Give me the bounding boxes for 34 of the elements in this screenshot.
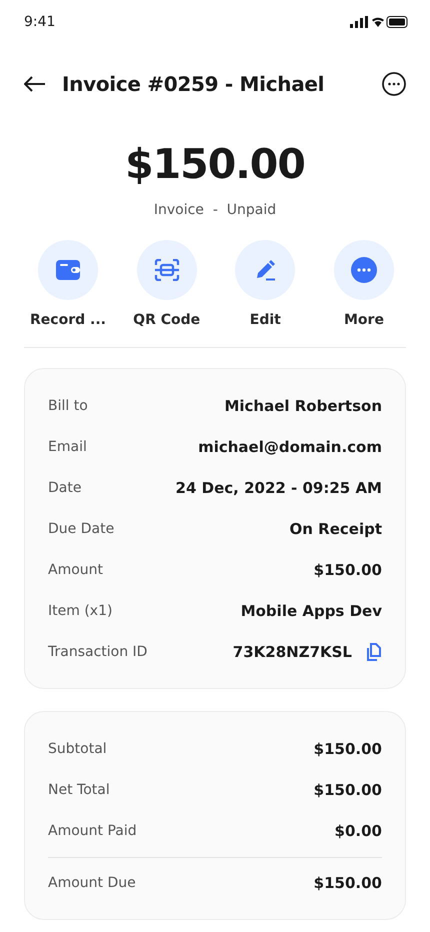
detail-label: Due Date (48, 520, 114, 536)
detail-label: Email (48, 438, 87, 454)
status-icons (350, 16, 408, 28)
copy-icon[interactable] (366, 642, 382, 660)
detail-value: Mobile Apps Dev (240, 602, 382, 620)
more-options-icon[interactable] (382, 72, 406, 96)
detail-value: Michael Robertson (224, 396, 382, 414)
summary-value: $150.00 (314, 780, 382, 798)
detail-label: Bill to (48, 398, 88, 414)
detail-value: 24 Dec, 2022 - 09:25 AM (176, 478, 382, 496)
detail-value: $150.00 (314, 560, 382, 578)
summary-value: $150.00 (314, 874, 382, 892)
pencil-icon (254, 259, 276, 281)
screen-title: Invoice #0259 - Michael (62, 72, 326, 96)
detail-label: Transaction ID (48, 644, 148, 660)
more-icon (350, 257, 377, 283)
detail-label: Item (x1) (48, 602, 112, 618)
invoice-status: Invoice - Unpaid (152, 202, 278, 218)
summary-value: $0.00 (334, 822, 382, 840)
wallet-icon (56, 260, 80, 280)
detail-value: 73K28NZ7KSL (232, 642, 352, 660)
scan-icon (154, 259, 180, 281)
detail-label: Amount (48, 562, 104, 578)
back-arrow-icon[interactable] (24, 76, 46, 92)
status-time: 9:41 (24, 14, 56, 30)
detail-label: Date (48, 480, 82, 496)
summary-value: $150.00 (314, 740, 382, 758)
invoice-amount: $150.00 (124, 140, 306, 188)
detail-value: michael@domain.com (198, 438, 382, 456)
summary-label: Amount Due (48, 874, 136, 890)
summary-label: Amount Paid (48, 822, 137, 838)
summary-label: Net Total (48, 782, 110, 798)
summary-label: Subtotal (48, 740, 107, 756)
detail-value: On Receipt (290, 520, 382, 538)
